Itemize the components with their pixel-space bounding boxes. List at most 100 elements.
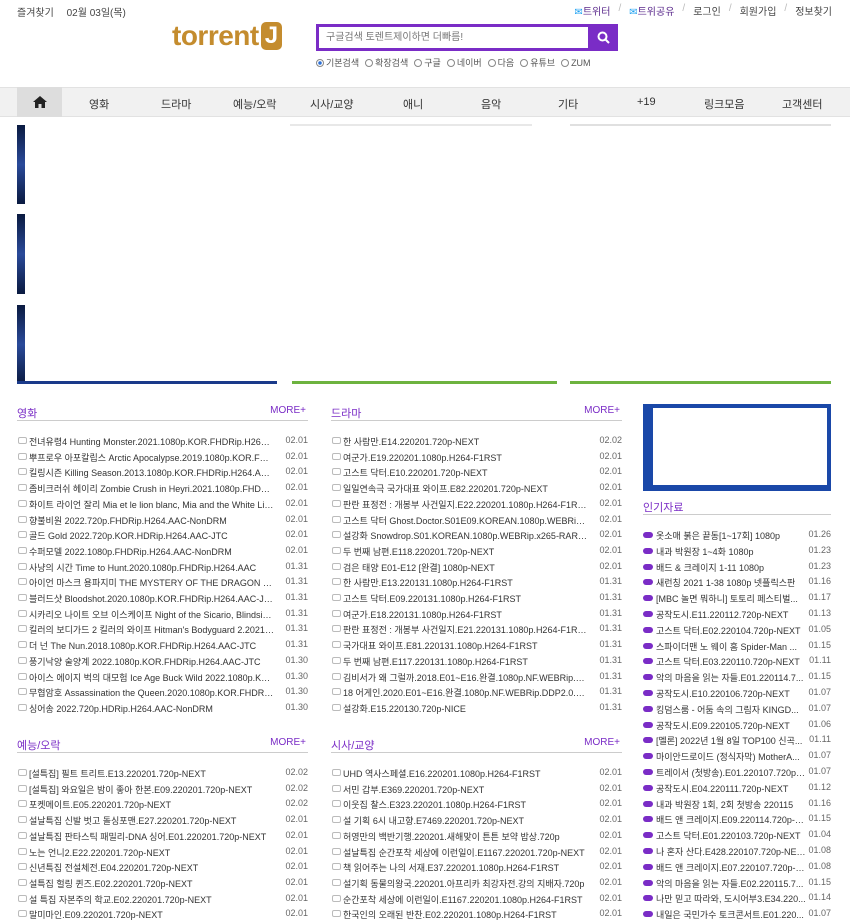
- list-item[interactable]: 고스트 닥터 Ghost.Doctor.S01E09.KOREAN.1080p.…: [331, 513, 622, 528]
- list-item[interactable]: 두 번째 남편.E118.220201.720p-NEXT 02.01: [331, 544, 622, 559]
- list-item[interactable]: 설날특집 판타스틱 패밀리-DNA 싱어.E01.220201.720p-NEX…: [17, 829, 308, 844]
- list-item[interactable]: 설날특집 신발 벗고 돌싱포맨.E27.220201.720p-NEXT 02.0…: [17, 813, 308, 828]
- popular-item[interactable]: 배드 & 크레이지 1-11 1080p 01.23: [643, 560, 831, 575]
- nav-anime[interactable]: 애니: [403, 96, 423, 112]
- list-item[interactable]: 판란 표정전 : 개봉부 사건일지.E22.220201.1080p.H264-…: [331, 497, 622, 512]
- list-item[interactable]: 더 넌 The Nun.2018.1080p.KOR.FHDRip.H264.A…: [17, 638, 308, 653]
- list-item[interactable]: 무협암호 Assassination the Queen.2020.1080p.…: [17, 685, 308, 700]
- list-item[interactable]: 서민 갑부.E369.220201.720p-NEXT 02.01: [331, 782, 622, 797]
- radio-option[interactable]: 구글: [414, 56, 441, 69]
- popular-item[interactable]: 배드 앤 크레이지.E09.220114.720p-N... 01.15: [643, 812, 831, 827]
- list-item[interactable]: 책 읽어주는 나의 서재.E37.220201.1080p.H264-F1RST…: [331, 860, 622, 875]
- popular-item[interactable]: 킹덤스룸 - 어둠 속의 그림자 KINGD... 01.07: [643, 702, 831, 717]
- list-item[interactable]: 뿌프로우 아포칼립스 Arctic Apocalypse.2019.1080p.…: [17, 450, 308, 465]
- popular-item[interactable]: 배드 앤 크레이지.E07.220107.720p-N... 01.08: [643, 860, 831, 875]
- search-button[interactable]: [588, 24, 618, 51]
- list-item[interactable]: 이웃집 찰스.E323.220201.1080p.H264-F1RST 02.01: [331, 797, 622, 812]
- radio-option[interactable]: 네이버: [446, 56, 482, 69]
- popular-item[interactable]: 트레이서 (첫방송).E01.220107.720p-... 01.07: [643, 765, 831, 780]
- more-link[interactable]: MORE+: [270, 405, 306, 416]
- list-item[interactable]: 화이트 라이언 잘리 Mia et le lion blanc, Mia and…: [17, 497, 308, 512]
- list-item[interactable]: 여군가.E18.220131.1080p.H264-F1RST 01.31: [331, 607, 622, 622]
- list-item[interactable]: 싱어송 2022.720p.HDRip.H264.AAC-NonDRM 01.30: [17, 701, 308, 716]
- list-item[interactable]: 설 특집 자본주의 학교.E02.220201.720p-NEXT 02.01: [17, 892, 308, 907]
- banner-strip[interactable]: [17, 305, 25, 384]
- radio-option[interactable]: 다음: [487, 56, 514, 69]
- list-item[interactable]: 포켓메이트.E05.220201.720p-NEXT 02.02: [17, 797, 308, 812]
- list-item[interactable]: 노는 언니2.E22.220201.720p-NEXT 02.01: [17, 845, 308, 860]
- nav-support[interactable]: 고객센터: [782, 96, 822, 112]
- twitter-link[interactable]: ✉트위터: [574, 3, 610, 18]
- list-item[interactable]: 설기획 동물의왕국.220201.아프리카 최강자전.강의 지배자.720p 02…: [331, 876, 622, 891]
- list-item[interactable]: 국가대표 와이프.E81.220131.1080p.H264-F1RST 01.3…: [331, 638, 622, 653]
- nav-music[interactable]: 음악: [481, 96, 501, 112]
- popular-item[interactable]: 공작도시.E09.220105.720p-NEXT 01.06: [643, 718, 831, 733]
- list-item[interactable]: 여군가.E19.220201.1080p.H264-F1RST 02.01: [331, 450, 622, 465]
- favorites-link[interactable]: 즐겨찾기: [17, 8, 54, 19]
- list-item[interactable]: 블러드샷 Bloodshot.2020.1080p.KOR.FHDRip.H26…: [17, 591, 308, 606]
- signup-link[interactable]: 회원가입: [740, 3, 777, 18]
- popular-item[interactable]: 고스트 닥터.E02.220104.720p-NEXT 01.05: [643, 623, 831, 638]
- list-item[interactable]: 한 사람만.E14.220201.720p-NEXT 02.02: [331, 434, 622, 449]
- popular-item[interactable]: [MBC 놀면 뭐하니] 토토리 페스티벌... 01.17: [643, 591, 831, 606]
- list-item[interactable]: [설특집] 필트 트리트.E13.220201.720p-NEXT 02.02: [17, 766, 308, 781]
- popular-item[interactable]: 나 혼자 산다.E428.220107.720p-NEXT 01.08: [643, 844, 831, 859]
- list-item[interactable]: 김비서가 왜 그럴까.2018.E01~E16.완결.1080p.NF.WEBR…: [331, 670, 622, 685]
- find-info-link[interactable]: 정보찾기: [795, 3, 832, 18]
- banner-strip[interactable]: [17, 214, 25, 294]
- list-item[interactable]: 설강화 Snowdrop.S01.KOREAN.1080p.WEBRip.x26…: [331, 528, 622, 543]
- list-item[interactable]: 두 번째 남편.E117.220131.1080p.H264-F1RST 01.3…: [331, 654, 622, 669]
- list-item[interactable]: UHD 역사스페셜.E16.220201.1080p.H264-F1RST 02.…: [331, 766, 622, 781]
- nav-home[interactable]: [17, 87, 62, 117]
- popular-item[interactable]: 내과 박원장 1회, 2회 첫방송 220115 01.16: [643, 797, 831, 812]
- nav-drama[interactable]: 드라마: [161, 96, 191, 112]
- popular-item[interactable]: [멜론] 2022년 1월 8일 TOP100 신곡... 01.11: [643, 733, 831, 748]
- list-item[interactable]: 사냥의 시간 Time to Hunt.2020.1080p.FHDRip.H2…: [17, 560, 308, 575]
- list-item[interactable]: 설특집 헐링 퀸즈.E02.220201.720p-NEXT 02.01: [17, 876, 308, 891]
- twitter-share-link[interactable]: ✉트위공유: [629, 3, 674, 18]
- list-item[interactable]: 고스트 닥터.E10.220201.720p-NEXT 02.01: [331, 465, 622, 480]
- popular-item[interactable]: 고스트 닥터.E01.220103.720p-NEXT 01.04: [643, 828, 831, 843]
- popular-item[interactable]: 스파이더맨 노 웨이 홈 Spider-Man ... 01.15: [643, 639, 831, 654]
- ad-banner[interactable]: [643, 404, 831, 491]
- list-item[interactable]: 판란 표정전 : 개봉부 사건일지.E21.220131.1080p.H264-…: [331, 622, 622, 637]
- list-item[interactable]: 순간포착 세상에 이런일이.E1167.220201.1080p.H264-F1…: [331, 892, 622, 907]
- popular-item[interactable]: 옷소매 붉은 끝동[1~17회] 1080p 01.26: [643, 528, 831, 543]
- list-item[interactable]: 고스트 닥터.E09.220131.1080p.H264-F1RST 01.31: [331, 591, 622, 606]
- radio-option[interactable]: 기본검색: [316, 56, 359, 69]
- list-item[interactable]: 신년특집 전설체전.E04.220201.720p-NEXT 02.01: [17, 860, 308, 875]
- nav-adult[interactable]: +19: [637, 96, 656, 108]
- more-link[interactable]: MORE+: [270, 737, 306, 748]
- popular-item[interactable]: 마이안드로이드 (정식자막) MotherA... 01.07: [643, 749, 831, 764]
- list-item[interactable]: 킬링시즌 Killing Season.2013.1080p.KOR.FHDRi…: [17, 465, 308, 480]
- list-item[interactable]: 향불비원 2022.720p.FHDRip.H264.AAC-NonDRM 02.…: [17, 513, 308, 528]
- nav-movie[interactable]: 영화: [89, 96, 109, 112]
- list-item[interactable]: 설강화.E15.220130.720p-NICE 01.31: [331, 701, 622, 716]
- list-item[interactable]: 일일연속극 국가대표 와이프.E82.220201.720p-NEXT 02.01: [331, 481, 622, 496]
- nav-variety[interactable]: 예능/오락: [233, 96, 277, 112]
- popular-item[interactable]: 내일은 국민가수 토크콘서트.E01.220... 01.07: [643, 907, 831, 922]
- list-item[interactable]: 아이언 마스크 용파지미 THE MYSTERY OF THE DRAGON S…: [17, 575, 308, 590]
- radio-option[interactable]: 확장검색: [365, 56, 408, 69]
- popular-item[interactable]: 공작도시.E11.220112.720p-NEXT 01.13: [643, 607, 831, 622]
- list-item[interactable]: 말미마인.E09.220201.720p-NEXT 02.01: [17, 907, 308, 922]
- list-item[interactable]: 설날특집 순간포착 세상에 이런일이.E1167.220201.720p-NEX…: [331, 845, 622, 860]
- popular-item[interactable]: 악의 마음을 읽는 자들.E02.220115.7... 01.15: [643, 876, 831, 891]
- list-item[interactable]: 한국인의 오래된 반찬.E02.220201.1080p.H264-F1RST 0…: [331, 907, 622, 922]
- popular-item[interactable]: 내과 박원장 1~4화 1080p 01.23: [643, 544, 831, 559]
- list-item[interactable]: 골드 Gold 2022.720p.KOR.HDRip.H264.AAC-JTC…: [17, 528, 308, 543]
- popular-item[interactable]: 공작도시.E04.220111.720p-NEXT 01.12: [643, 781, 831, 796]
- popular-item[interactable]: 공작도시.E10.220106.720p-NEXT 01.07: [643, 686, 831, 701]
- list-item[interactable]: [설특집] 와요일은 밤이 좋아 한본.E09.220201.720p-NEXT…: [17, 782, 308, 797]
- search-input[interactable]: [319, 27, 589, 48]
- list-item[interactable]: 킬러의 보디가드 2 킬러의 와이프 Hitman's Bodyguard 2.…: [17, 622, 308, 637]
- radio-option[interactable]: ZUM: [561, 56, 591, 69]
- list-item[interactable]: 좀비크러쉬 헤이리 Zombie Crush in Heyri.2021.108…: [17, 481, 308, 496]
- list-item[interactable]: 풍기낙양 술양계 2022.1080p.KOR.FHDRip.H264.AAC-…: [17, 654, 308, 669]
- nav-current[interactable]: 시사/교양: [310, 96, 354, 112]
- list-item[interactable]: 설 기획 6시 내고향.E7469.220201.720p-NEXT 02.01: [331, 813, 622, 828]
- site-logo[interactable]: torrent J: [172, 20, 298, 52]
- list-item[interactable]: 허영만의 백반기행.220201.새해맞이 튼튼 보약 밥상.720p 02.01: [331, 829, 622, 844]
- radio-option[interactable]: 유튜브: [520, 56, 555, 69]
- list-item[interactable]: 검은 태양 E01-E12 [완결] 1080p-NEXT 02.01: [331, 560, 622, 575]
